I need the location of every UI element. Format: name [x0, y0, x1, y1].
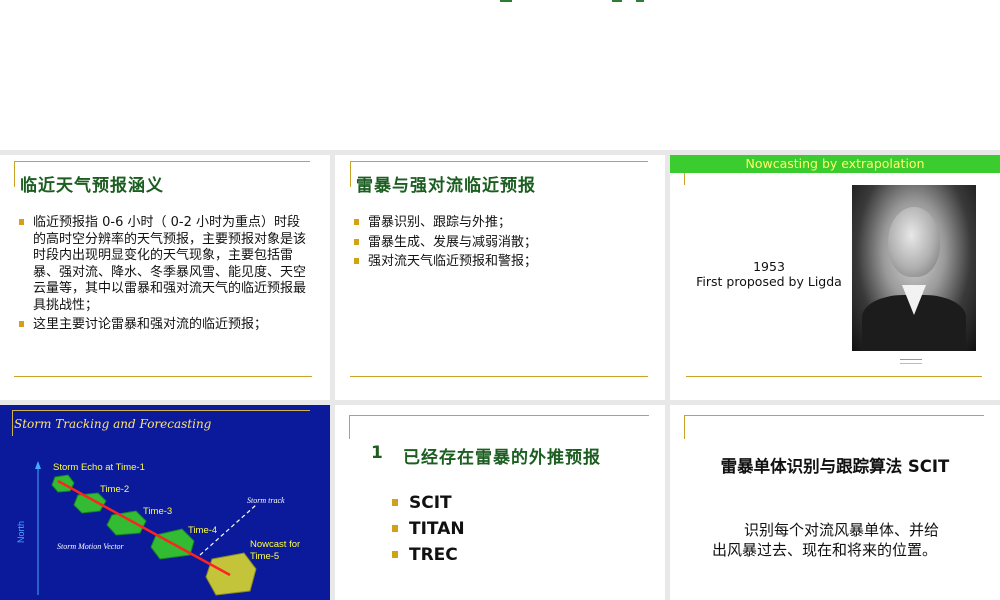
slide-header-bar: Nowcasting by extrapolation	[670, 155, 1000, 173]
bullet-item: TREC	[392, 545, 465, 571]
bullet-list: SCIT TITAN TREC	[392, 493, 465, 571]
portrait-photo	[852, 185, 976, 351]
photo-credit-mark	[900, 363, 922, 364]
storm-track-line	[57, 479, 231, 577]
description-line-1: 识别每个对流风暴单体、并给	[744, 521, 940, 539]
title-fragment	[636, 0, 644, 2]
section-number: 1	[371, 443, 384, 463]
storm-track-diagram	[35, 461, 257, 596]
top-divider	[14, 161, 310, 162]
slide-thumbnail-3[interactable]: Nowcasting by extrapolation 1953 First p…	[670, 155, 1000, 400]
slide-thumbnail-6[interactable]: 雷暴单体识别与跟踪算法 SCIT 识别每个对流风暴单体、并给 出风暴过去、现在和…	[670, 405, 1000, 600]
storm-echo-time-3	[106, 510, 147, 536]
caption-label: First proposed by Ligda	[696, 274, 842, 289]
north-arrow-icon	[35, 461, 41, 469]
bullet-item: 雷暴生成、发展与减弱消散；	[353, 235, 647, 252]
bullet-list: 雷暴识别、跟踪与外推； 雷暴生成、发展与减弱消散； 强对流天气临近预报和警报；	[353, 215, 647, 274]
portrait-head	[888, 207, 940, 277]
bottom-divider	[686, 376, 982, 377]
bullet-list: 临近预报指 0-6 小时（ 0-2 小时为重点）时段的高时空分辨率的天气预报，主…	[18, 215, 312, 337]
bottom-divider	[14, 376, 312, 377]
title-fragment	[612, 0, 622, 2]
slide-title: 已经存在雷暴的外推预报	[403, 448, 601, 468]
title-accent	[349, 415, 350, 439]
bullet-item: 这里主要讨论雷暴和强对流的临近预报；	[18, 317, 312, 334]
bullet-item: 雷暴识别、跟踪与外推；	[353, 215, 647, 232]
bullet-item: 临近预报指 0-6 小时（ 0-2 小时为重点）时段的高时空分辨率的天气预报，主…	[18, 215, 312, 314]
slide-thumbnail-1[interactable]: 临近天气预报涵义 临近预报指 0-6 小时（ 0-2 小时为重点）时段的高时空分…	[0, 155, 330, 400]
top-divider	[350, 161, 648, 162]
bottom-divider	[350, 376, 648, 377]
slide-thumbnail-4[interactable]: Storm Tracking and Forecasting Storm Ech…	[0, 405, 330, 600]
description-line-2: 出风暴过去、现在和将来的位置。	[712, 541, 938, 559]
slide-thumbnail-2[interactable]: 雷暴与强对流临近预报 雷暴识别、跟踪与外推； 雷暴生成、发展与减弱消散； 强对流…	[335, 155, 665, 400]
previous-slide-fragment	[0, 0, 1000, 150]
slide-thumbnail-5[interactable]: 1 已经存在雷暴的外推预报 SCIT TITAN TREC	[335, 405, 665, 600]
slide-title: 雷暴单体识别与跟踪算法 SCIT	[720, 457, 950, 476]
year-label: 1953	[753, 259, 785, 274]
slide-title: 临近天气预报涵义	[20, 176, 164, 196]
top-divider	[349, 415, 649, 416]
storm-echo-time-2	[73, 492, 107, 514]
bullet-item: 强对流天气临近预报和警报；	[353, 254, 647, 271]
title-fragment	[500, 0, 512, 2]
title-accent	[684, 415, 685, 439]
storm-track-dashed	[199, 504, 257, 556]
bullet-item: TITAN	[392, 519, 465, 545]
nowcast-echo-time-5	[205, 552, 257, 596]
slide-title: 雷暴与强对流临近预报	[356, 176, 536, 196]
title-accent	[350, 161, 351, 187]
title-accent	[684, 173, 685, 185]
photo-credit-mark	[900, 359, 922, 360]
top-divider	[684, 415, 984, 416]
title-accent	[14, 161, 15, 187]
bullet-item: SCIT	[392, 493, 465, 519]
